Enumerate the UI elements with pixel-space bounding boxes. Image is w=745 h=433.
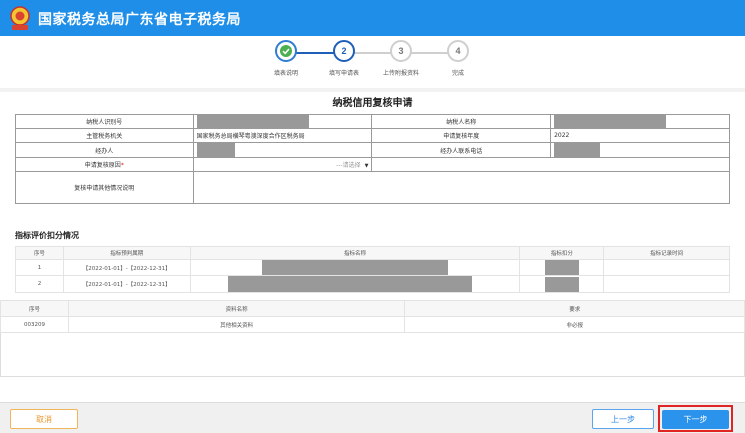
tax-emblem-icon (10, 6, 30, 30)
redacted-block (262, 260, 448, 275)
agent-phone-value (550, 142, 730, 158)
next-step-button[interactable]: 下一步 (662, 410, 729, 429)
dropdown-caret-icon: ▼ (364, 163, 369, 169)
step-2: 2 填写申请表 (314, 40, 374, 77)
step-4-label: 完成 (451, 70, 464, 77)
row-indicator-name (189, 275, 521, 293)
row-period: 【2022-01-01】-【2022-12-31】 (62, 259, 191, 276)
reason-label-text: 申请复核原因 (84, 162, 121, 169)
col-deduction: 指标扣分 (519, 246, 605, 260)
app-title: 国家税务总局广东省电子税务局 (38, 11, 241, 27)
taxpayer-name-label: 纳税人名称 (371, 114, 552, 129)
step-4: 4 完成 (428, 40, 488, 77)
deduction-table: 序号 指标预判属期 指标名称 指标扣分 指标记录时间 1 【2022-01-01… (15, 246, 730, 293)
col-indicator-name: 指标名称 (189, 246, 521, 260)
taxpayer-id-value (192, 114, 373, 129)
row-requirement: 非必报 (404, 316, 745, 333)
other-label: 复核申请其他情况说明 (15, 171, 194, 204)
step-4-circle: 4 (447, 40, 469, 62)
redacted-block (554, 115, 667, 128)
reason-select-placeholder: ---请选择 (336, 162, 361, 169)
reason-extra-cell (371, 157, 730, 172)
table-row: 1 【2022-01-01】-【2022-12-31】 (15, 259, 730, 276)
col-requirement: 要求 (404, 300, 745, 317)
progress-stepper: 填表说明 2 填写申请表 3 上传附报资料 4 完成 (0, 40, 745, 90)
previous-step-button[interactable]: 上一步 (592, 409, 654, 429)
taxpayer-name-value (550, 114, 730, 129)
redacted-block (196, 143, 235, 157)
col-index: 序号 (15, 246, 64, 260)
col-index: 序号 (0, 300, 69, 317)
row-index: 2 (15, 275, 64, 293)
materials-empty-area (0, 333, 745, 377)
table-row: 2 【2022-01-01】-【2022-12-31】 (15, 275, 730, 293)
row-indicator-name (189, 259, 521, 276)
redacted-block (227, 276, 472, 292)
materials-table: 序号 资料名称 要求 003209 其他相关资料 非必报 (0, 300, 745, 333)
step-3: 3 上传附报资料 (371, 40, 431, 77)
reason-label: 申请复核原因* (15, 157, 194, 172)
deduction-section-title: 指标评价扣分情况 (15, 231, 79, 240)
redacted-block (544, 260, 579, 275)
row-material-name: 其他相关资料 (67, 316, 406, 333)
row-period: 【2022-01-01】-【2022-12-31】 (62, 275, 191, 293)
step-1-label: 填表说明 (273, 70, 298, 77)
section-divider (0, 88, 745, 92)
row-record-time (603, 259, 730, 276)
redacted-block (554, 143, 601, 157)
next-step-highlight: 下一步 (658, 405, 733, 432)
agent-phone-label: 经办人联系电话 (371, 142, 552, 158)
table-header-row: 序号 指标预判属期 指标名称 指标扣分 指标记录时间 (15, 246, 730, 260)
step-3-circle: 3 (390, 40, 412, 62)
row-index: 003209 (0, 316, 69, 333)
redacted-block (544, 276, 579, 292)
review-year-value: 2022 (550, 128, 730, 143)
redacted-block (196, 115, 309, 128)
required-mark: * (120, 162, 124, 169)
row-record-time (603, 275, 730, 293)
row-index: 1 (15, 259, 64, 276)
col-material-name: 资料名称 (67, 300, 406, 317)
step-3-label: 上传附报资料 (382, 70, 419, 77)
table-header-row: 序号 资料名称 要求 (0, 300, 745, 317)
agent-value (192, 142, 373, 158)
agent-label: 经办人 (15, 142, 194, 158)
col-record-time: 指标记录时间 (603, 246, 730, 260)
row-deduction (519, 275, 605, 293)
application-form: 纳税人识别号 纳税人名称 主管税务机关 国家税务总局横琴粤澳深度合作区税务局 申… (15, 114, 731, 204)
tax-authority-label: 主管税务机关 (15, 128, 194, 143)
reason-select[interactable]: ---请选择 ▼ (192, 157, 373, 172)
tax-authority-value: 国家税务总局横琴粤澳深度合作区税务局 (192, 128, 373, 143)
col-period: 指标预判属期 (62, 246, 191, 260)
step-2-label: 填写申请表 (328, 70, 359, 77)
row-deduction (519, 259, 605, 276)
footer-bar: 取消 上一步 下一步 (0, 402, 745, 433)
other-textarea[interactable] (192, 171, 731, 204)
check-icon (280, 45, 292, 57)
step-1: 填表说明 (256, 40, 316, 77)
cancel-button[interactable]: 取消 (10, 409, 78, 429)
step-1-circle (275, 40, 297, 62)
taxpayer-id-label: 纳税人识别号 (15, 114, 194, 129)
table-row: 003209 其他相关资料 非必报 (0, 316, 745, 333)
top-header-bar: 国家税务总局广东省电子税务局 (0, 0, 745, 36)
step-2-circle: 2 (333, 40, 355, 62)
form-title: 纳税信用复核申请 (332, 98, 413, 109)
review-year-label: 申请复核年度 (371, 128, 552, 143)
